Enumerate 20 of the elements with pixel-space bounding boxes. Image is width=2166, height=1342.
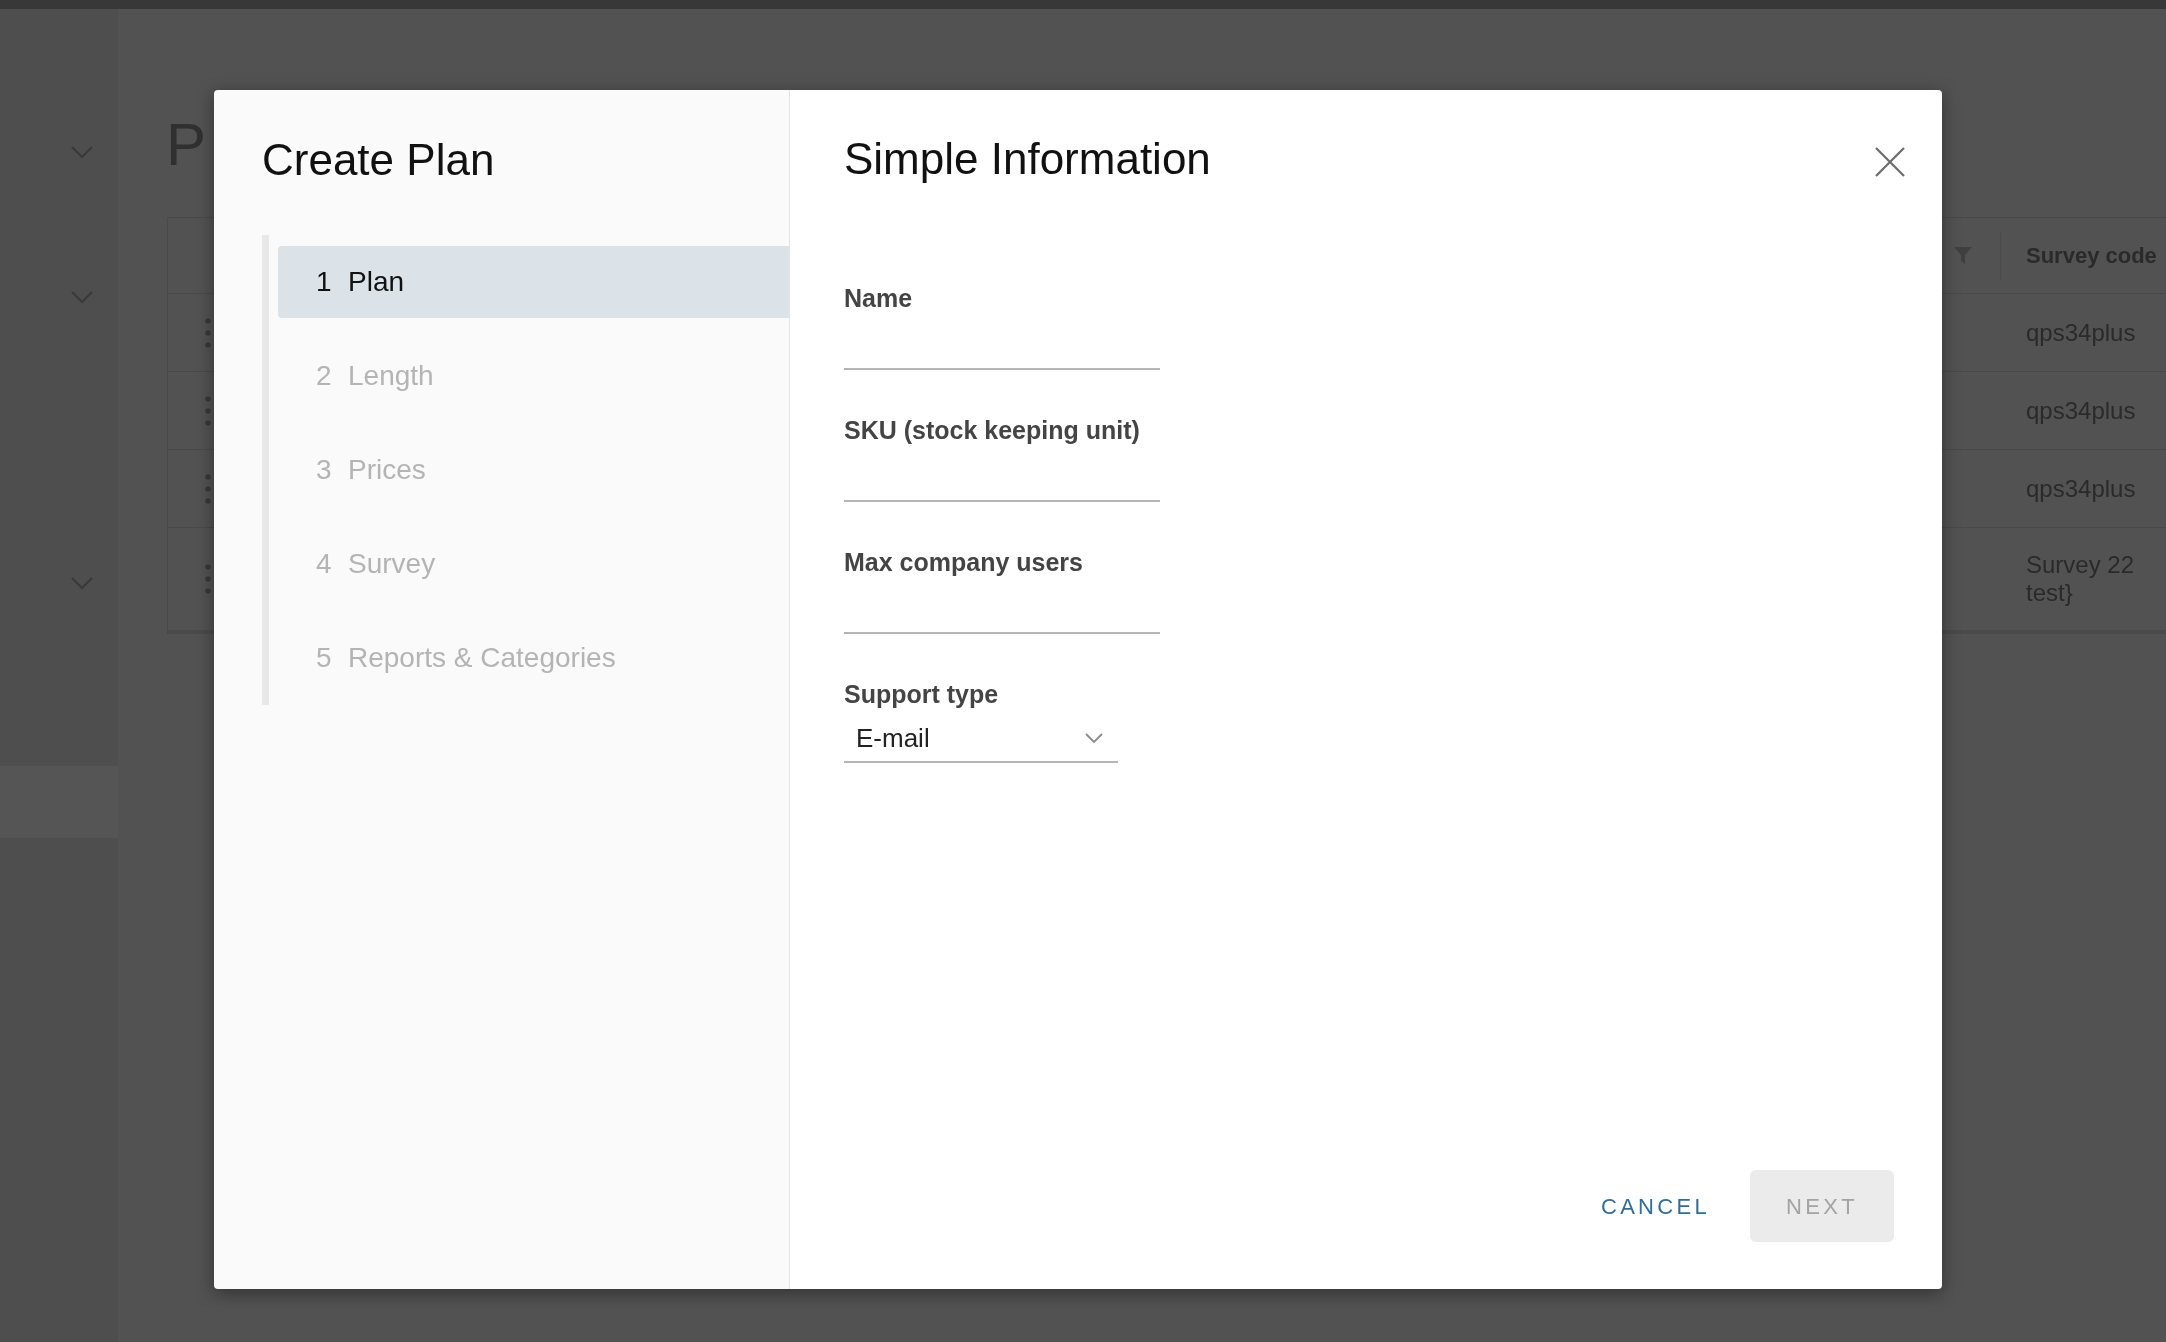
dropdown-field[interactable]: E-mail — [844, 715, 1118, 763]
kebab-menu-icon[interactable] — [205, 317, 211, 348]
cancel-button[interactable]: CANCEL — [1580, 1170, 1730, 1242]
step-item[interactable]: 1 Plan — [278, 246, 789, 318]
kebab-menu-icon[interactable] — [205, 395, 211, 426]
kebab-menu-icon[interactable] — [205, 564, 211, 594]
field-label: SKU (stock keeping unit) — [844, 415, 1140, 445]
close-icon — [1875, 147, 1905, 177]
step-item[interactable]: 4 Survey — [278, 528, 789, 600]
field-label: Support type — [844, 679, 999, 709]
kebab-menu-icon[interactable] — [205, 473, 211, 504]
step-item[interactable]: 2 Length — [278, 340, 789, 412]
field-label: Max company users — [844, 547, 1083, 577]
step-item[interactable]: 3 Prices — [278, 434, 789, 506]
field-label: Name — [844, 283, 913, 313]
chevron-down-icon — [1085, 733, 1103, 743]
dialog-title: Create Plan — [262, 134, 495, 186]
step-item[interactable]: 5 Reports & Categories — [278, 622, 789, 694]
section-title: Simple Information — [844, 133, 1211, 185]
close-button[interactable] — [1875, 147, 1905, 177]
